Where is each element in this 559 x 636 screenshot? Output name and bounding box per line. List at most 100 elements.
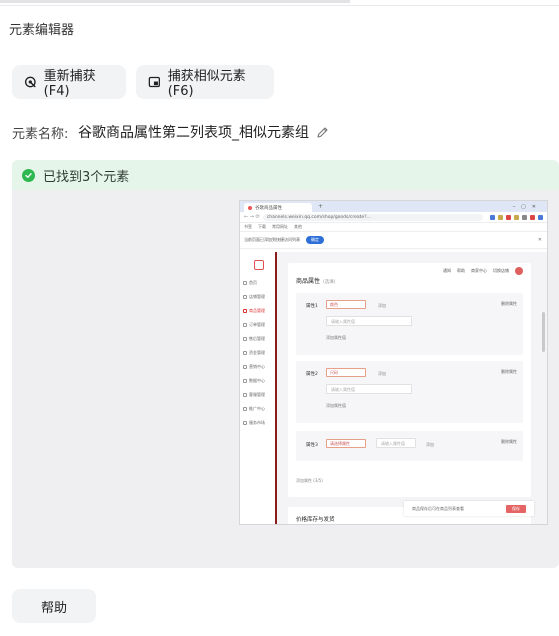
notice-text: 当前页面已添加到快捷访问列表 [244,237,300,242]
capture-similar-label: 捕获相似元素(F6) [167,69,246,99]
browser-extensions [487,214,543,220]
top-edge [0,0,559,6]
toolbar-item: 帮助 [457,268,465,273]
extension-icon [490,214,495,220]
sidebar-item: 资金管理 [240,346,275,360]
avatar [515,267,523,275]
attribute-select: 尺码 [326,368,366,377]
attribute-label: 属性2 [306,372,318,377]
add-attribute-link: 添加属性 (3/5) [296,478,323,483]
browser-tab: 谷歌商品属性 [244,203,312,212]
attribute-checkbox: 添加 [378,303,386,308]
sidebar-item-icon [243,323,247,327]
sidebar-item-label: 店铺管理 [249,294,265,299]
extension-icon [506,214,511,220]
attribute-label: 属性3 [306,443,318,448]
bookmark-item: 书签 [244,224,252,229]
floating-save-bar: 商品保存后可在商品列表查看 保存 [404,501,534,516]
toolbar-item: 商家中心 [471,268,487,273]
extension-icon [530,214,535,220]
attribute-row: 属性2 尺码 添加 删除属性 请输入属性值 添加属性值 [296,361,523,423]
capture-similar-icon [148,76,160,88]
preview-panel: 已找到3个元素 谷歌商品属性 + –▢✕ ← → ⟳ channels.weix… [12,160,559,568]
sidebar-item-label: 资金管理 [249,350,265,355]
extension-icon [514,214,519,220]
extension-icon [498,214,503,220]
toolbar-item: 通知 [443,268,451,273]
sidebar-item-icon [243,407,247,411]
sidebar-item-label: 商品管理 [249,308,265,313]
attribute-label: 属性1 [306,304,318,309]
sidebar-item: 数据中心 [240,374,275,388]
toolbar-item: 切换店铺 [493,268,509,273]
sidebar-item: 营销中心 [240,360,275,374]
attribute-row: 属性3 请选择属性 请输入属性值 添加 删除属性 [296,431,523,461]
sidebar-item-label: 服务市场 [249,420,265,425]
sidebar-item: 服务市场 [240,416,275,430]
delete-attribute-link: 删除属性 [501,439,517,444]
sidebar-item-label: 推广中心 [249,406,265,411]
browser-tabbar: 谷歌商品属性 + –▢✕ [240,201,547,212]
recapture-icon [24,76,36,88]
check-circle-icon [22,168,35,182]
add-attribute-value-link: 添加属性值 [326,403,346,408]
sidebar-item-label: 首页 [249,280,257,285]
browser-address-bar: ← → ⟳ channels.weixin.qq.com/shop/goods/… [240,212,547,223]
delete-attribute-link: 删除属性 [501,301,517,306]
sidebar-item-icon [243,351,247,355]
nav-arrows-icon: ← → ⟳ [244,214,260,220]
sidebar-item-icon [243,337,247,341]
sidebar-item-label: 营销中心 [249,364,265,369]
floating-save-button: 保存 [506,504,526,513]
page-title: 元素编辑器 [9,23,75,38]
sidebar-item-icon [243,365,247,369]
sidebar-item-icon [243,379,247,383]
floating-save-text: 商品保存后可在商品列表查看 [412,505,464,511]
delete-attribute-link: 删除属性 [501,369,517,374]
attribute-value-input: 请输入属性值 [326,384,412,394]
found-status-bar: 已找到3个元素 [12,160,559,190]
sidebar-item: 推广中心 [240,402,275,416]
scroll-indicator [0,0,350,3]
element-name-label: 元素名称: [12,126,69,142]
new-tab-icon: + [318,203,324,210]
page-toolbar: 通知 帮助 商家中心 切换店铺 [437,267,523,275]
sidebar-item: 店铺管理 [240,290,275,304]
tab-favicon-icon [248,205,252,210]
card-title-text: 商品属性 [296,278,321,285]
found-status-text: 已找到3个元素 [43,169,130,185]
page-body: 首页 店铺管理 商品管理 订单管理 售后管理 资金管理 营销中心 数据中心 客服… [240,252,547,524]
price-stock-title: 价格库存与发货 [296,517,335,523]
attribute-card: 通知 帮助 商家中心 切换店铺 商品属性 (选填) 属性1 颜色 添加 删除属性 … [288,263,531,497]
attribute-row: 属性1 颜色 添加 删除属性 请输入属性值 添加属性值 [296,293,523,355]
browser-tab-title: 谷歌商品属性 [255,205,282,211]
notice-bar: 当前页面已添加到快捷访问列表 确定 ✕ [240,232,547,249]
element-name-row: 元素名称: 谷歌商品属性第二列表项_相似元素组 [12,122,329,142]
sidebar-item-icon [243,281,247,285]
help-button[interactable]: 帮助 [12,589,96,623]
attribute-select: 请选择属性 [326,439,366,448]
window-controls-icon: –▢✕ [512,203,542,210]
sidebar-item-label: 数据中心 [249,378,265,383]
recapture-label: 重新捕获(F4) [43,69,96,99]
recapture-button[interactable]: 重新捕获(F4) [12,65,126,99]
sidebar-item-icon [243,295,247,299]
attribute-select: 颜色 [326,300,366,309]
card-subtitle: (选填) [323,280,336,285]
shop-logo-icon [254,260,264,270]
attribute-checkbox: 添加 [426,442,434,447]
attribute-value-input: 请输入属性值 [376,438,416,448]
sidebar-item: 首页 [240,276,275,290]
sidebar-item: 售后管理 [240,332,275,346]
element-screenshot: 谷歌商品属性 + –▢✕ ← → ⟳ channels.weixin.qq.co… [240,201,547,524]
edit-pencil-icon[interactable] [316,126,329,139]
sidebar-item-icon [243,309,247,313]
sidebar-item-label: 客服管理 [249,392,265,397]
capture-similar-button[interactable]: 捕获相似元素(F6) [136,65,274,99]
browser-url: channels.weixin.qq.com/shop/goods/create… [262,213,483,221]
close-icon: ✕ [537,237,542,243]
bookmark-item: 常用网址 [272,224,288,229]
attribute-checkbox: 添加 [378,371,386,376]
notice-button: 确定 [306,236,324,244]
page-scrollbar [542,312,545,352]
